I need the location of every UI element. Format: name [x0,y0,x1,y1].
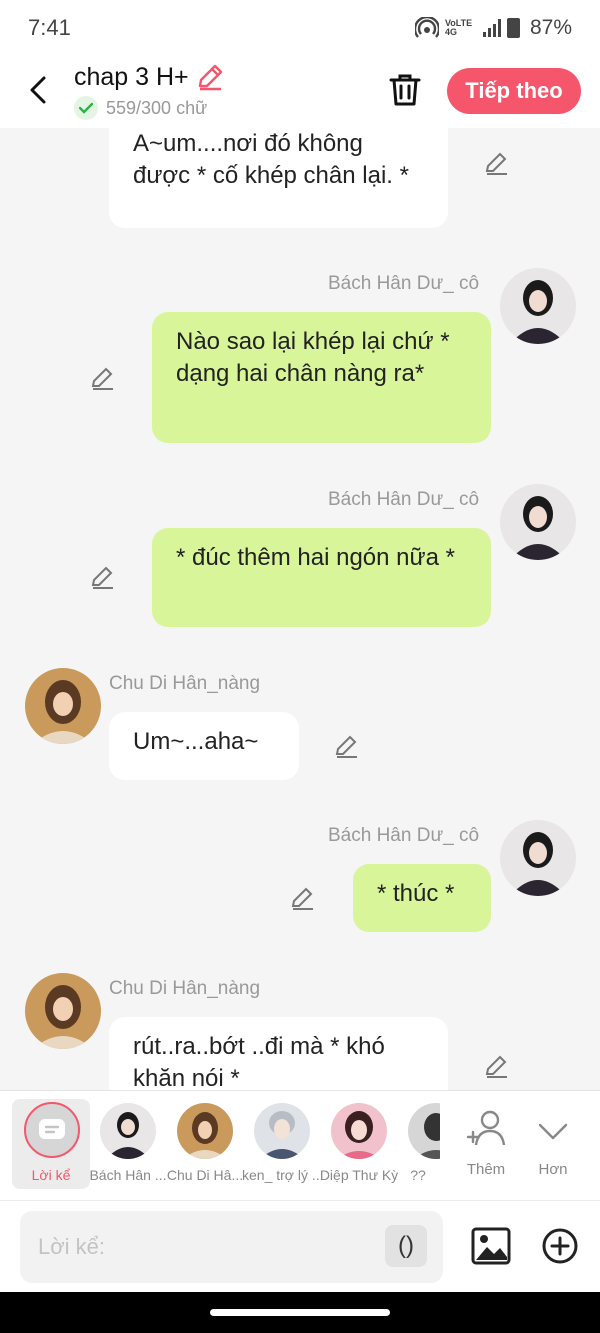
signal-icon [482,19,501,37]
avatar [254,1103,310,1159]
character-unknown[interactable]: ?? [396,1099,440,1189]
chapter-title: chap 3 H+ [74,62,189,91]
more-label: Hơn [538,1161,568,1178]
character-chu-di-han[interactable]: Chu Di Hâ... [165,1099,245,1189]
status-icons: VoLTE 4G 87% [414,16,572,40]
word-count: 559/300 chữ [106,97,208,118]
title-block: chap 3 H+ 559/300 chữ [74,62,225,120]
edit-message-icon[interactable] [484,150,510,176]
network-label: VoLTE 4G [444,18,473,37]
narrator-button[interactable]: Lời kể [12,1099,90,1189]
avatar-bach-han-du[interactable] [500,484,576,560]
character-ken[interactable]: ken_ trợ lý ... [242,1099,322,1189]
add-circle-icon[interactable] [541,1227,579,1265]
parenthesis-button[interactable]: () [385,1225,427,1267]
sender-name: Bách Hân Dư_ cô [328,825,480,846]
message-text: * thúc * [377,880,455,907]
status-time: 7:41 [28,15,71,40]
edit-title-icon[interactable] [195,62,225,92]
message-bubble[interactable]: Um~...aha~ [109,712,299,780]
status-bar: 7:41 VoLTE 4G 87% [0,0,600,56]
back-button[interactable] [22,72,54,108]
message-bubble[interactable]: * đúc thêm hai ngón nữa * [152,528,491,627]
edit-message-icon[interactable] [334,733,360,759]
message-text: Nào sao lại khép lại chứ * dạng hai chân… [176,328,450,387]
avatar-chu-di-han[interactable] [25,668,101,744]
message-bubble[interactable]: rút..ra..bớt ..đi mà * khó khăn nói * [109,1017,448,1090]
message-bubble[interactable]: * thúc * [353,864,491,932]
trash-icon [389,74,421,106]
battery-icon [506,18,520,38]
home-indicator[interactable] [210,1309,390,1316]
add-character-button[interactable]: Thêm [456,1101,516,1181]
add-user-icon [466,1110,506,1146]
system-nav-bar [0,1292,600,1333]
narrator-icon [24,1102,80,1158]
character-label: ken_ trợ lý ... [242,1167,322,1183]
edit-message-icon[interactable] [484,1053,510,1079]
avatar [331,1103,387,1159]
character-bar: Lời kể Bách Hân ... Chu Di Hâ... ken_ tr… [0,1090,600,1200]
image-icon[interactable] [471,1227,511,1265]
next-button[interactable]: Tiếp theo [447,68,581,114]
narrator-label: Lời kể [31,1167,71,1183]
avatar [408,1103,440,1159]
chevron-down-icon [538,1123,568,1140]
sender-name: Chu Di Hân_nàng [109,673,261,694]
hotspot-icon [414,17,439,38]
message-text: * đúc thêm hai ngón nữa * [176,544,455,571]
avatar-bach-han-du[interactable] [500,268,576,344]
delete-button[interactable] [388,72,422,108]
character-label: Diệp Thư Kỳ [319,1167,399,1183]
message-input-wrapper: () [20,1211,443,1283]
check-icon [74,96,98,120]
message-text: Um~...aha~ [133,728,259,755]
chapter-header: chap 3 H+ 559/300 chữ Tiếp theo [0,56,600,128]
message-input[interactable] [20,1211,370,1283]
sender-name: Chu Di Hân_nàng [109,978,261,999]
sender-name: Bách Hân Dư_ cô [328,489,480,510]
composer-bar: () [0,1200,600,1292]
battery-percent: 87% [529,16,572,39]
edit-message-icon[interactable] [90,564,116,590]
message-text: A~um....nơi đó không được * cố khép chân… [133,130,409,189]
sender-name: Bách Hân Dư_ cô [328,273,480,294]
chat-area[interactable]: A~um....nơi đó không được * cố khép chân… [0,128,600,1090]
add-character-label: Thêm [466,1161,506,1178]
avatar-bach-han-du[interactable] [500,820,576,896]
character-bach-han[interactable]: Bách Hân ... [88,1099,168,1189]
back-arrow-icon [30,76,46,104]
message-bubble[interactable]: Nào sao lại khép lại chứ * dạng hai chân… [152,312,491,443]
avatar [100,1103,156,1159]
edit-message-icon[interactable] [90,365,116,391]
more-button[interactable]: Hơn [523,1101,583,1181]
edit-message-icon[interactable] [290,885,316,911]
character-label: ?? [410,1167,426,1183]
character-label: Chu Di Hâ... [166,1167,244,1183]
message-text: rút..ra..bớt ..đi mà * khó khăn nói * [133,1033,385,1090]
avatar-chu-di-han[interactable] [25,973,101,1049]
message-bubble[interactable]: A~um....nơi đó không được * cố khép chân… [109,128,448,228]
character-label: Bách Hân ... [89,1167,167,1183]
avatar [177,1103,233,1159]
character-diep-thu-ky[interactable]: Diệp Thư Kỳ [319,1099,399,1189]
